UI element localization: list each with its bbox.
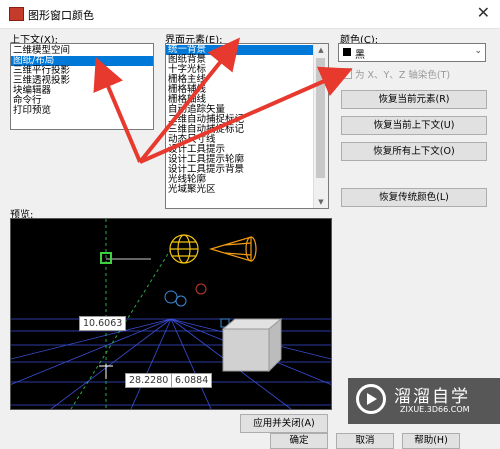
tint-axes-checkbox[interactable]: 为 X、Y、Z 轴染色(T) — [341, 67, 450, 81]
restore-classic-button[interactable]: 恢复传统颜色(L) — [341, 188, 487, 207]
interface-list[interactable]: 统一背景 图纸背景 十字光标 栅格主线 栅格辅线 栅格轴线 自动追踪矢量 二维自动捕捉标记 三维… — [165, 43, 329, 209]
light-glyph-red-icon — [195, 283, 207, 295]
restore-element-button[interactable]: 恢复当前元素(R) — [341, 90, 487, 109]
tint-axes-label: 为 X、Y、Z 轴染色(T) — [355, 70, 451, 81]
color-value: 黑 — [355, 50, 365, 61]
interface-scrollbar[interactable]: ▲ ▼ — [313, 44, 328, 208]
dimension-value-2: 28.2280 — [125, 373, 173, 388]
restore-all-button[interactable]: 恢复所有上下文(O) — [341, 142, 487, 161]
color-swatch — [343, 48, 351, 56]
color-select[interactable]: 黑 ⌄ — [338, 43, 486, 62]
dimension-value-1: 10.6063 — [79, 316, 127, 331]
scroll-thumb[interactable] — [316, 58, 325, 178]
dimension-value-3: 6.0884 — [171, 373, 213, 388]
title-bar: 图形窗口颜色 ✕ — [0, 0, 500, 29]
watermark-title: 溜溜自学 — [394, 387, 470, 407]
scroll-up-icon[interactable]: ▲ — [314, 44, 328, 56]
context-list-item[interactable]: 打印预览 — [11, 106, 153, 116]
app-icon — [9, 7, 24, 21]
restore-context-button[interactable]: 恢复当前上下文(U) — [341, 116, 487, 135]
cube-icon — [221, 317, 283, 373]
close-icon[interactable]: ✕ — [477, 3, 490, 22]
watermark-logo-icon — [356, 384, 386, 414]
watermark-url: ZIXUE.3D66.COM — [400, 405, 470, 414]
interface-list-item[interactable]: 光域聚光区 — [166, 185, 328, 195]
perspective-grid — [11, 318, 331, 409]
context-list[interactable]: 二维模型空间 图纸/布局 三维平行投影 三维透视投影 块编辑器 命令行 打印预览 — [10, 43, 154, 130]
chevron-down-icon[interactable]: ⌄ — [474, 46, 482, 56]
checkbox-box[interactable] — [341, 68, 352, 79]
window-title: 图形窗口颜色 — [28, 9, 94, 22]
watermark: 溜溜自学 ZIXUE.3D66.COM — [348, 378, 500, 424]
scroll-down-icon[interactable]: ▼ — [314, 196, 328, 208]
preview-canvas: 10.6063 28.2280 6.0884 — [10, 218, 332, 410]
sphere-light-icon — [169, 234, 199, 264]
spotlight-icon — [208, 236, 257, 262]
